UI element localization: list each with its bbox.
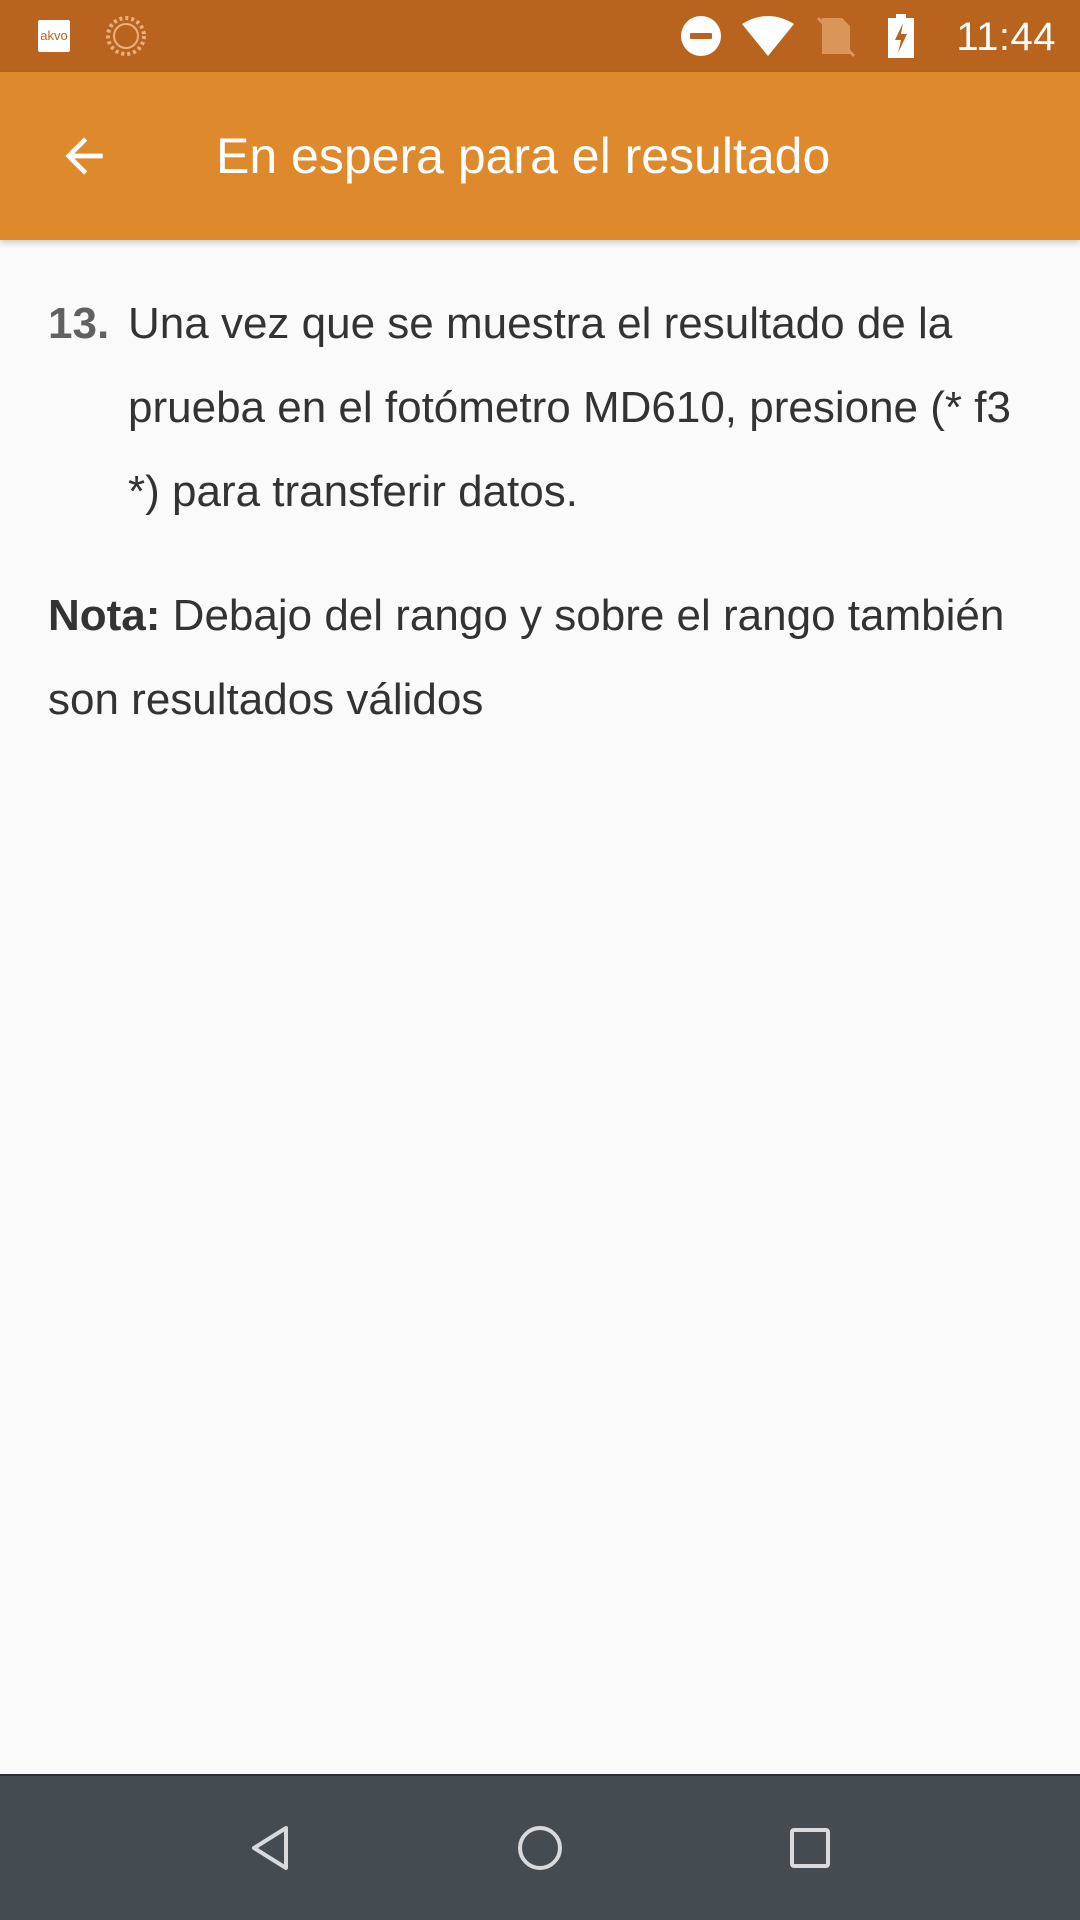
- note-text: Debajo del rango y sobre el rango tambié…: [48, 591, 1005, 724]
- akvo-notification-icon: akvo: [38, 20, 70, 52]
- akvo-notification-label: akvo: [40, 28, 68, 43]
- back-button[interactable]: [28, 112, 140, 200]
- page-title: En espera para el resultado: [216, 128, 831, 184]
- wifi-icon: [742, 16, 794, 56]
- sync-spinner-icon: [106, 16, 146, 56]
- nav-home-icon: [518, 1826, 562, 1870]
- status-clock: 11:44: [956, 15, 1056, 59]
- nav-home-button[interactable]: [490, 1798, 590, 1898]
- battery-charging-icon: [888, 14, 914, 58]
- note: Nota: Debajo del rango y sobre el rango …: [48, 574, 1032, 742]
- no-sim-icon: [816, 16, 856, 58]
- nav-recents-button[interactable]: [760, 1798, 860, 1898]
- app-bar: En espera para el resultado: [0, 72, 1080, 240]
- instruction-content: 13. Una vez que se muestra el resultado …: [48, 240, 1032, 742]
- status-bar: akvo 11:44: [0, 0, 1080, 72]
- arrow-back-icon: [65, 137, 103, 175]
- navigation-bar: [0, 1774, 1080, 1920]
- nav-back-button[interactable]: [220, 1798, 320, 1898]
- instruction-step: 13. Una vez que se muestra el resultado …: [48, 282, 1032, 534]
- step-text: Una vez que se muestra el resultado de l…: [128, 299, 1011, 516]
- do-not-disturb-icon: [681, 16, 721, 56]
- nav-recents-icon: [790, 1828, 830, 1868]
- screen: akvo 11:44 En espera para el resultado 1…: [0, 0, 1080, 1920]
- nav-back-icon: [252, 1826, 288, 1870]
- note-label: Nota:: [48, 591, 161, 640]
- step-number: 13.: [48, 299, 110, 348]
